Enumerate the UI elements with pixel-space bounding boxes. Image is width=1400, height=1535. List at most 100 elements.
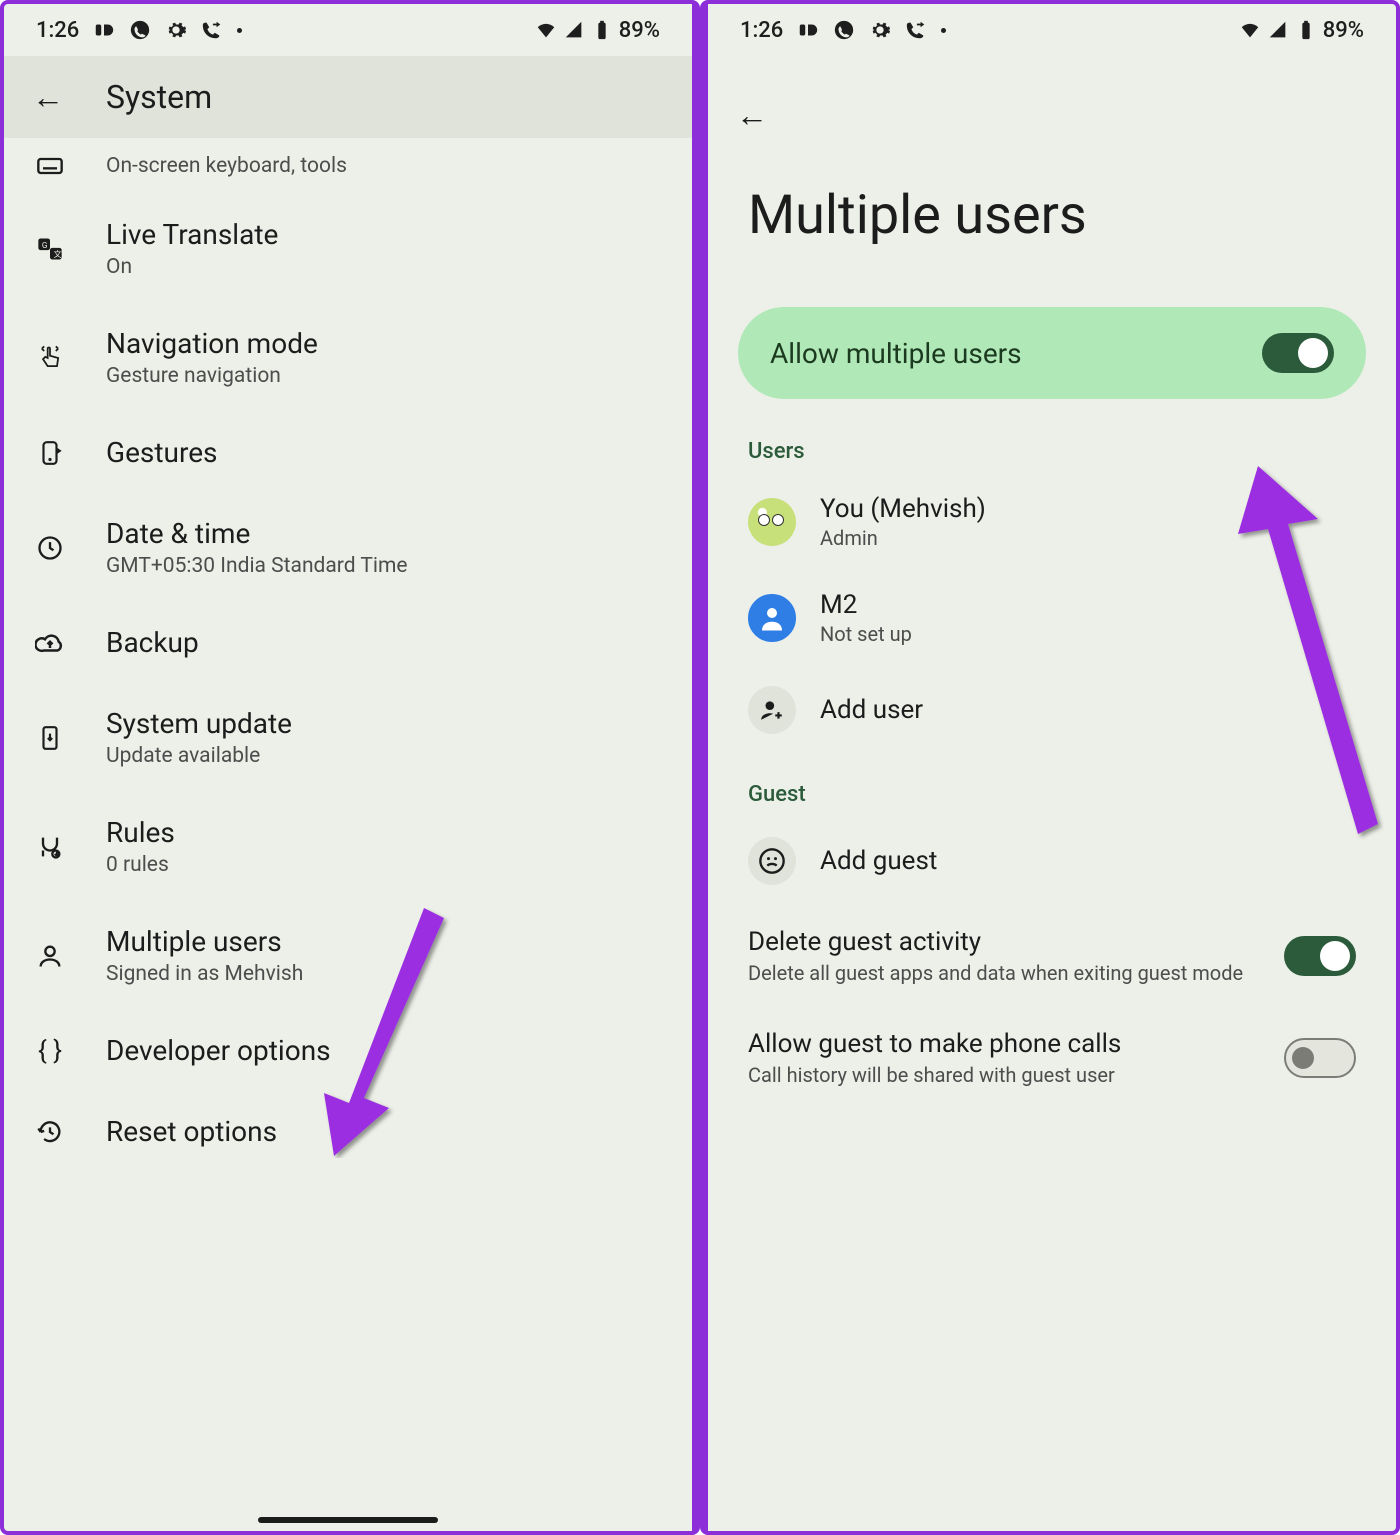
cell-signal-icon: [1267, 19, 1289, 41]
status-bar: 1:26 89%: [4, 4, 692, 56]
add-user-label: Add user: [820, 695, 923, 725]
row-sub: Gesture navigation: [106, 364, 318, 388]
rules-icon: [32, 833, 68, 861]
gear-icon: [869, 19, 891, 41]
gestures-icon: [32, 440, 68, 466]
user-status: Not set up: [820, 622, 912, 646]
user-row-you[interactable]: You (Mehvish) Admin: [708, 474, 1396, 570]
phone-right-multiple-users: 1:26 89% ← Multiple users Allow multiple…: [700, 0, 1400, 1535]
row-title: Gestures: [106, 436, 218, 469]
wifi-icon: [1239, 19, 1261, 41]
wifi-icon: [535, 19, 557, 41]
more-dot-icon: [237, 28, 242, 33]
add-user-icon: [748, 686, 796, 734]
row-live-translate[interactable]: G文 Live Translate On: [4, 194, 692, 303]
row-title: Live Translate: [106, 218, 278, 251]
section-users: Users: [708, 429, 1396, 474]
row-title: Backup: [106, 626, 199, 659]
row-title: Rules: [106, 816, 175, 849]
row-sub: 0 rules: [106, 853, 175, 877]
phone-forward-icon: [201, 19, 223, 41]
more-dot-icon: [941, 28, 946, 33]
row-title: Developer options: [106, 1034, 331, 1067]
row-date-time[interactable]: Date & time GMT+05:30 India Standard Tim…: [4, 493, 692, 602]
allow-guest-calls-row[interactable]: Allow guest to make phone calls Call his…: [708, 1007, 1396, 1109]
gesture-nav-bar[interactable]: [258, 1517, 438, 1523]
svg-text:文: 文: [54, 249, 62, 259]
row-sub: On: [106, 255, 278, 279]
person-icon: [32, 942, 68, 970]
toggle-label: Allow multiple users: [770, 337, 1022, 370]
allow-guest-calls-toggle[interactable]: [1284, 1038, 1356, 1078]
row-multiple-users[interactable]: Multiple users Signed in as Mehvish: [4, 901, 692, 1010]
translate-icon: G文: [32, 235, 68, 263]
user-name: You (Mehvish): [820, 494, 986, 524]
user-role: Admin: [820, 526, 986, 550]
battery-icon: [591, 19, 613, 41]
row-title: Multiple users: [106, 925, 303, 958]
row-sub: Signed in as Mehvish: [106, 962, 303, 986]
user-name: M2: [820, 590, 912, 620]
row-sub: Delete all guest apps and data when exit…: [748, 961, 1264, 985]
row-sub: Call history will be shared with guest u…: [748, 1063, 1264, 1087]
status-time: 1:26: [740, 18, 783, 43]
row-developer-options[interactable]: { } Developer options: [4, 1010, 692, 1091]
svg-text:G: G: [42, 239, 48, 249]
phone-circle-icon: [129, 19, 151, 41]
battery-icon: [1295, 19, 1317, 41]
settings-list[interactable]: On-screen keyboard, tools G文 Live Transl…: [4, 138, 692, 1531]
gear-icon: [165, 19, 187, 41]
section-guest: Guest: [708, 772, 1396, 817]
row-title: Allow guest to make phone calls: [748, 1029, 1264, 1059]
phone-left-system-settings: 1:26 89% ← System On-screen keyboard, to…: [0, 0, 700, 1535]
row-title: Navigation mode: [106, 327, 318, 360]
phone-download-icon: [32, 725, 68, 751]
row-reset-options[interactable]: Reset options: [4, 1091, 692, 1172]
status-battery-pct: 89%: [619, 18, 660, 43]
row-rules[interactable]: Rules 0 rules: [4, 792, 692, 901]
cloud-upload-icon: [32, 628, 68, 658]
add-user-button[interactable]: Add user: [708, 666, 1396, 754]
status-time: 1:26: [36, 18, 79, 43]
row-navigation-mode[interactable]: Navigation mode Gesture navigation: [4, 303, 692, 412]
row-keyboard-partial[interactable]: On-screen keyboard, tools: [4, 138, 692, 194]
add-guest-button[interactable]: Add guest: [708, 817, 1396, 905]
row-sub: GMT+05:30 India Standard Time: [106, 554, 408, 578]
phone-circle-icon: [833, 19, 855, 41]
guest-icon: [748, 837, 796, 885]
phone-forward-icon: [905, 19, 927, 41]
delete-guest-activity-row[interactable]: Delete guest activity Delete all guest a…: [708, 905, 1396, 1007]
notif-id-icon: [797, 19, 819, 41]
delete-guest-toggle[interactable]: [1284, 936, 1356, 976]
appbar-system: ← System: [4, 56, 692, 138]
history-icon: [32, 1118, 68, 1146]
row-title: Delete guest activity: [748, 927, 1264, 957]
keyboard-icon: [32, 152, 68, 180]
page-title: System: [106, 78, 212, 116]
clock-icon: [32, 534, 68, 562]
row-sub: Update available: [106, 744, 292, 768]
swipe-icon: [32, 344, 68, 372]
allow-multiple-users-toggle[interactable]: [1262, 333, 1334, 373]
notif-id-icon: [93, 19, 115, 41]
status-bar: 1:26 89%: [708, 4, 1396, 56]
row-title: System update: [106, 707, 292, 740]
back-arrow-icon[interactable]: ←: [32, 78, 64, 116]
appbar-multiple-users: ←: [708, 56, 1396, 144]
status-battery-pct: 89%: [1323, 18, 1364, 43]
allow-multiple-users-toggle-row[interactable]: Allow multiple users: [738, 307, 1366, 399]
row-sub: On-screen keyboard, tools: [106, 154, 347, 178]
row-title: Date & time: [106, 517, 408, 550]
avatar: [748, 498, 796, 546]
page-title: Multiple users: [708, 144, 1396, 307]
back-arrow-icon[interactable]: ←: [736, 96, 768, 134]
row-backup[interactable]: Backup: [4, 602, 692, 683]
row-system-update[interactable]: System update Update available: [4, 683, 692, 792]
braces-icon: { }: [32, 1036, 68, 1066]
row-gestures[interactable]: Gestures: [4, 412, 692, 493]
avatar: [748, 594, 796, 642]
cell-signal-icon: [563, 19, 585, 41]
user-row-m2[interactable]: M2 Not set up: [708, 570, 1396, 666]
add-guest-label: Add guest: [820, 846, 937, 876]
row-title: Reset options: [106, 1115, 277, 1148]
